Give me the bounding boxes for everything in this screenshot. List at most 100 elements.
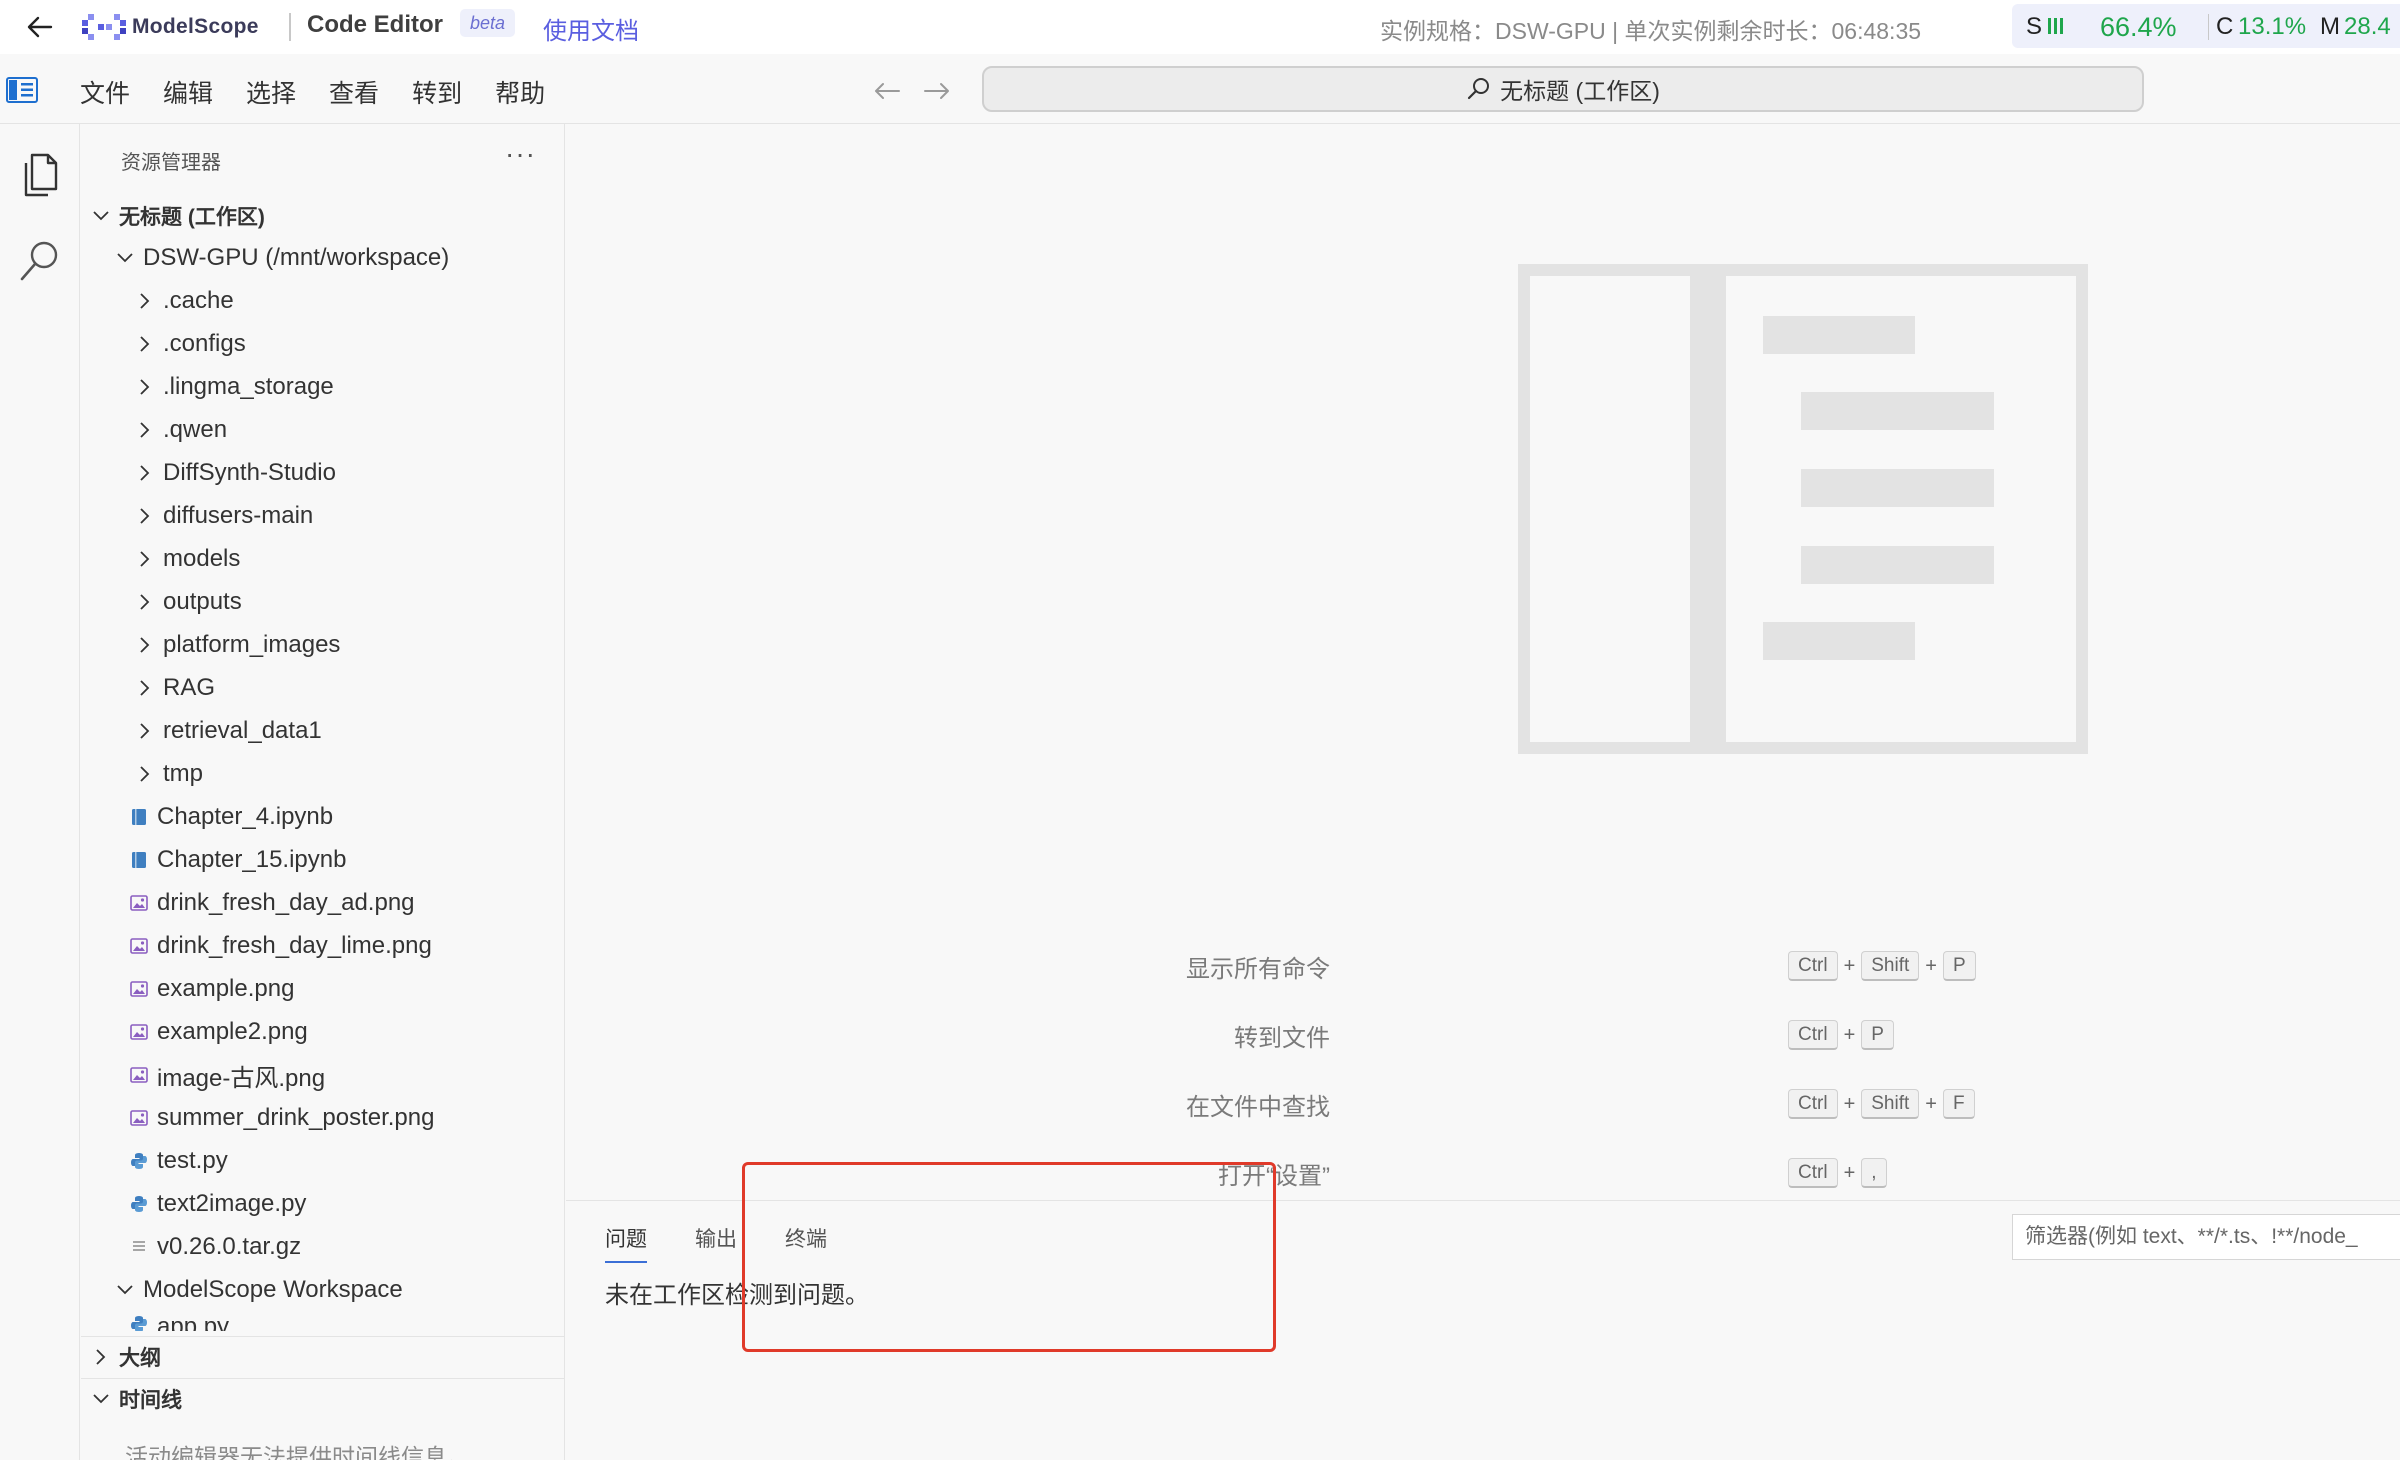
problems-filter-input[interactable]: 筛选器(例如 text、**/*.ts、!**/node_ <box>2012 1214 2400 1260</box>
modelscope-logo[interactable]: ModelScope <box>82 10 259 44</box>
folder-label: outputs <box>163 588 242 615</box>
chevron-right-icon <box>135 549 155 569</box>
file-label: example.png <box>157 975 295 1002</box>
file-row[interactable]: Chapter_4.ipynb <box>81 797 564 837</box>
chevron-right-icon <box>135 506 155 526</box>
notebook-icon <box>129 849 149 871</box>
chevron-down-icon <box>91 206 111 226</box>
root-folder[interactable]: DSW-GPU (/mnt/workspace) <box>81 238 564 278</box>
menu-help[interactable]: 帮助 <box>495 74 545 110</box>
shortcut-show-commands[interactable]: 显示所有命令 Ctrl + Shift + P <box>566 946 2400 986</box>
command-center[interactable]: 无标题 (工作区) <box>982 66 2144 112</box>
command-center-label: 无标题 (工作区) <box>1500 78 1660 104</box>
outline-label: 大纲 <box>119 1346 161 1370</box>
folder-row[interactable]: .qwen <box>81 410 564 450</box>
tab-problems[interactable]: 问题 <box>605 1223 647 1263</box>
shortcut-open-settings[interactable]: 打开“设置” Ctrl + , <box>566 1153 2400 1193</box>
chevron-right-icon <box>91 1348 111 1365</box>
modelscope-logo-icon <box>82 14 126 40</box>
folder-label: retrieval_data1 <box>163 717 322 744</box>
chevron-right-icon <box>135 764 155 784</box>
workspace-root[interactable]: 无标题 (工作区) <box>81 196 564 236</box>
problems-message: 未在工作区检测到问题。 <box>605 1282 869 1309</box>
resource-stats[interactable]: S 66.4% C 13.1% M 28.4 <box>2012 4 2400 48</box>
go-forward-button[interactable] <box>920 74 954 108</box>
vscode-layout-icon[interactable] <box>6 77 38 103</box>
stat-cpu-value: 13.1% <box>2238 13 2307 40</box>
search-view-button[interactable] <box>12 234 68 290</box>
file-row[interactable]: example2.png <box>81 1012 564 1052</box>
file-row[interactable]: v0.26.0.tar.gz <box>81 1227 564 1267</box>
stat-memory-value: 28.4 <box>2344 13 2391 40</box>
timeline-section[interactable]: 时间线 <box>81 1378 564 1418</box>
file-row[interactable]: Chapter_15.ipynb <box>81 840 564 880</box>
file-row[interactable]: app.py <box>81 1313 564 1331</box>
image-file-icon <box>129 1064 149 1086</box>
folder-row[interactable]: tmp <box>81 754 564 794</box>
image-file-icon <box>129 892 149 914</box>
outline-section[interactable]: 大纲 <box>81 1336 564 1376</box>
folder-row[interactable]: platform_images <box>81 625 564 665</box>
file-label: app.py <box>157 1313 230 1331</box>
editor-area: 显示所有命令 Ctrl + Shift + P 转到文件 Ctrl + P 在文件中查… <box>566 124 2400 1200</box>
key-p: P <box>1942 951 1976 981</box>
shortcut-keys: Ctrl + , <box>1788 1158 1887 1188</box>
folder-row[interactable]: retrieval_data1 <box>81 711 564 751</box>
explorer-button[interactable] <box>12 146 68 202</box>
folder-label: tmp <box>163 760 204 787</box>
chevron-right-icon <box>135 592 155 612</box>
chevron-right-icon <box>135 678 155 698</box>
folder-row[interactable]: .configs <box>81 324 564 364</box>
chevron-right-icon <box>135 463 155 483</box>
search-icon <box>20 241 58 281</box>
stat-s-label: S <box>2026 13 2043 40</box>
shortcut-go-to-file[interactable]: 转到文件 Ctrl + P <box>566 1015 2400 1055</box>
menu-selection[interactable]: 选择 <box>246 74 296 110</box>
archive-file-icon <box>129 1236 149 1258</box>
menu-file[interactable]: 文件 <box>80 74 130 110</box>
menu-view[interactable]: 查看 <box>329 74 379 110</box>
search-icon <box>1468 78 1490 100</box>
tab-terminal[interactable]: 终端 <box>785 1223 827 1261</box>
file-row[interactable]: example.png <box>81 969 564 1009</box>
menu-edit[interactable]: 编辑 <box>163 74 213 110</box>
tab-output[interactable]: 输出 <box>695 1223 737 1261</box>
folder-label: RAG <box>163 674 216 701</box>
file-row[interactable]: summer_drink_poster.png <box>81 1098 564 1138</box>
more-actions-button[interactable]: ··· <box>505 138 536 170</box>
folder-row[interactable]: RAG <box>81 668 564 708</box>
file-row[interactable]: text2image.py <box>81 1184 564 1224</box>
chevron-down-icon <box>115 1280 135 1300</box>
folder-row[interactable]: models <box>81 539 564 579</box>
workspace-label: 无标题 (工作区) <box>119 206 265 229</box>
go-back-button[interactable] <box>870 74 904 108</box>
menu-items: 文件 编辑 选择 查看 转到 帮助 <box>80 74 578 110</box>
file-row[interactable]: drink_fresh_day_lime.png <box>81 926 564 966</box>
folder-row[interactable]: outputs <box>81 582 564 622</box>
vscode-watermark-icon <box>1518 264 2088 754</box>
chevron-right-icon <box>135 635 155 655</box>
file-label: drink_fresh_day_lime.png <box>157 932 432 959</box>
menu-go[interactable]: 转到 <box>412 74 462 110</box>
activity-bar <box>0 124 80 1460</box>
instance-info: 实例规格：DSW-GPU | 单次实例剩余时长：06:48:35 <box>1380 18 1922 44</box>
key-shift: Shift <box>1861 1089 1920 1119</box>
file-row[interactable]: drink_fresh_day_ad.png <box>81 883 564 923</box>
file-row[interactable]: image-古风.png <box>81 1055 564 1095</box>
file-row[interactable]: test.py <box>81 1141 564 1181</box>
folder-row[interactable]: DiffSynth-Studio <box>81 453 564 493</box>
folder-label: .qwen <box>163 416 228 443</box>
docs-link[interactable]: 使用文档 <box>543 11 639 46</box>
shortcut-find-in-files[interactable]: 在文件中查找 Ctrl + Shift + F <box>566 1084 2400 1124</box>
chevron-right-icon <box>135 721 155 741</box>
chevron-right-icon <box>135 420 155 440</box>
chevron-right-icon <box>135 334 155 354</box>
folder-row[interactable]: .lingma_storage <box>81 367 564 407</box>
second-root-folder[interactable]: ModelScope Workspace <box>81 1270 564 1310</box>
chevron-right-icon <box>135 377 155 397</box>
image-file-icon <box>129 978 149 1000</box>
folder-row[interactable]: diffusers-main <box>81 496 564 536</box>
back-button[interactable] <box>18 8 62 46</box>
shortcut-label: 转到文件 <box>1234 1024 1330 1052</box>
folder-row[interactable]: .cache <box>81 281 564 321</box>
